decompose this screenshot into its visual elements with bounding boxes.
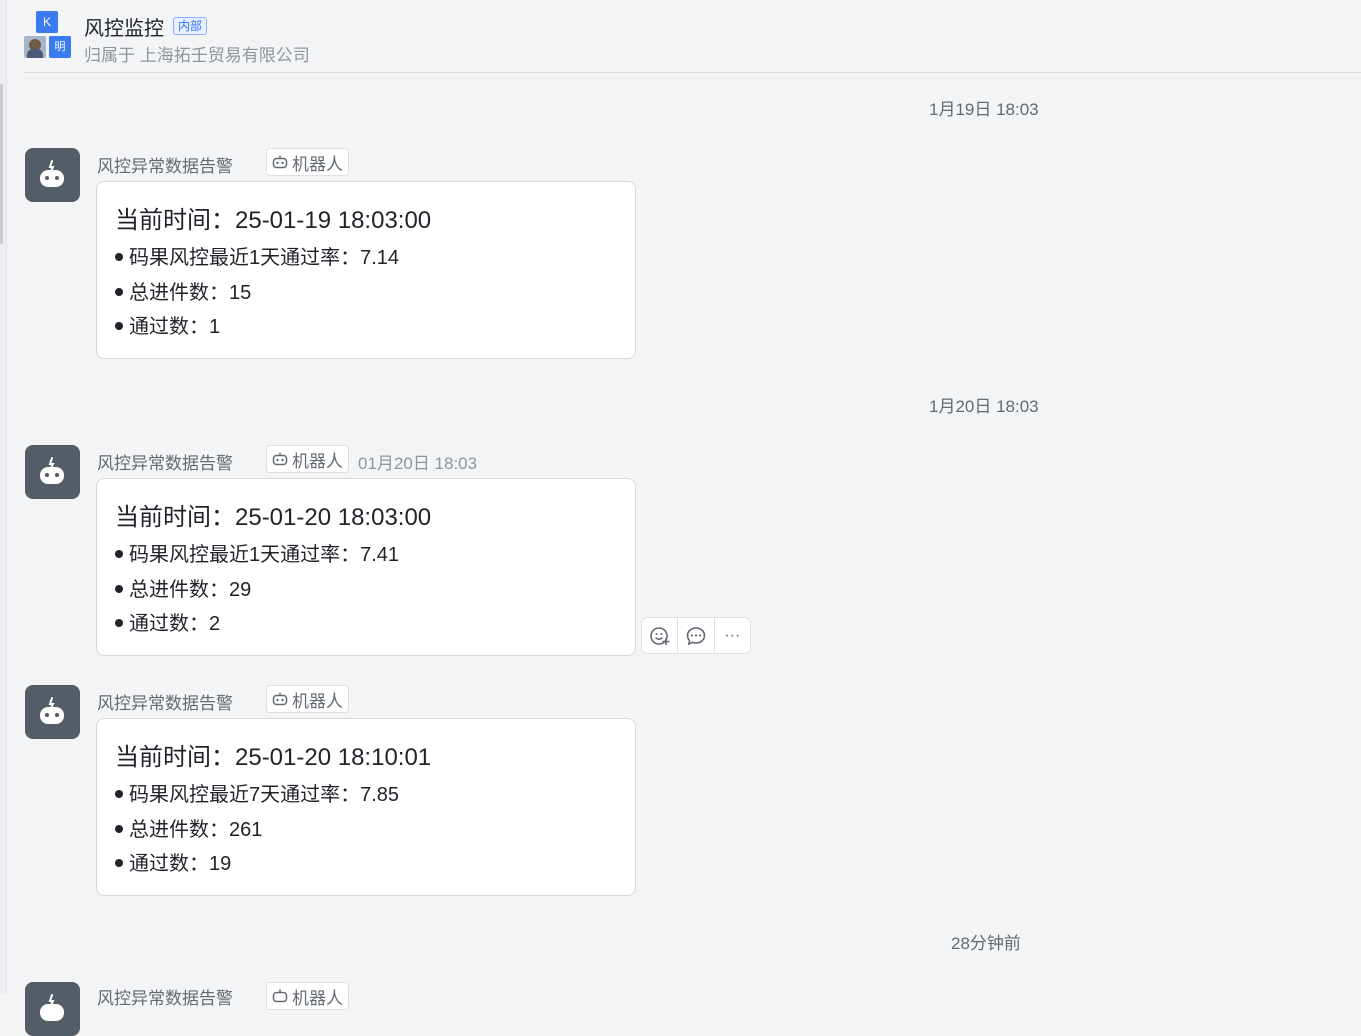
card-line-passed: 通过数：2 (115, 607, 220, 636)
message-actions-toolbar: ··· (641, 617, 751, 654)
sender-name[interactable]: 风控异常数据告警 (97, 152, 233, 177)
robot-icon (40, 994, 64, 1021)
bot-tag: 机器人 (266, 685, 349, 713)
emoji-reaction-button[interactable] (642, 618, 679, 653)
alert-card[interactable]: 当前时间：25-01-19 18:03:00 码果风控最近1天通过率：7.14 … (96, 181, 636, 359)
date-separator: 1月20日 18:03 (929, 397, 1039, 416)
group-avatar[interactable]: K 明 (24, 11, 72, 59)
group-avatar-k-tile: K (36, 11, 58, 33)
card-line-pass-rate: 码果风控最近1天通过率：7.14 (115, 241, 399, 270)
card-line-total: 总进件数：29 (115, 573, 251, 602)
robot-tag-icon (272, 155, 288, 169)
robot-tag-icon (272, 692, 288, 706)
bot-avatar[interactable] (25, 148, 80, 202)
left-scroll-strip (0, 0, 7, 994)
emoji-reaction-icon (649, 626, 670, 645)
card-title: 当前时间：25-01-20 18:10:01 (115, 744, 432, 771)
bot-tag-label: 机器人 (292, 988, 343, 1008)
card-line-passed: 通过数：1 (115, 310, 220, 339)
card-line-pass-rate: 码果风控最近7天通过率：7.85 (115, 778, 399, 807)
more-icon: ··· (724, 626, 741, 644)
bot-tag: 机器人 (266, 148, 349, 176)
sender-name[interactable]: 风控异常数据告警 (97, 689, 233, 714)
card-line-passed: 通过数：19 (115, 847, 231, 876)
group-avatar-ming-tile: 明 (49, 36, 71, 58)
internal-badge: 内部 (173, 17, 208, 35)
bot-tag-label: 机器人 (292, 691, 343, 711)
group-avatar-photo-tile (24, 36, 46, 58)
card-line-total: 总进件数：261 (115, 813, 262, 842)
chat-header: K 明 风控监控 内部 归属于 上海拓壬贸易有限公司 (24, 0, 1361, 73)
message-timestamp: 01月20日 18:03 (358, 454, 478, 473)
robot-tag-icon (272, 989, 288, 1003)
bot-tag: 机器人 (266, 982, 349, 1010)
card-title: 当前时间：25-01-20 18:03:00 (115, 504, 432, 531)
sender-name[interactable]: 风控异常数据告警 (97, 449, 233, 474)
reply-button[interactable] (678, 618, 715, 653)
bot-avatar[interactable] (25, 982, 80, 1036)
bot-tag-label: 机器人 (292, 154, 343, 174)
robot-icon (40, 697, 64, 724)
date-separator: 28分钟前 (951, 934, 1021, 953)
robot-icon (40, 160, 64, 187)
alert-card[interactable]: 当前时间：25-01-20 18:10:01 码果风控最近7天通过率：7.85 … (96, 718, 636, 896)
robot-tag-icon (272, 452, 288, 466)
bot-tag: 机器人 (266, 445, 349, 473)
card-line-pass-rate: 码果风控最近1天通过率：7.41 (115, 538, 399, 567)
reply-icon (686, 626, 706, 645)
bot-tag-label: 机器人 (292, 451, 343, 471)
robot-icon (40, 457, 64, 484)
date-separator: 1月19日 18:03 (929, 100, 1039, 119)
more-button[interactable]: ··· (715, 618, 750, 653)
left-scrollbar-thumb[interactable] (0, 84, 3, 244)
group-owner-subtitle: 归属于 上海拓壬贸易有限公司 (84, 46, 310, 65)
alert-card[interactable]: 当前时间：25-01-20 18:03:00 码果风控最近1天通过率：7.41 … (96, 478, 636, 656)
bot-avatar[interactable] (25, 685, 80, 739)
card-title: 当前时间：25-01-19 18:03:00 (115, 207, 432, 234)
card-line-total: 总进件数：15 (115, 276, 251, 305)
group-title[interactable]: 风控监控 (84, 12, 164, 41)
bot-avatar[interactable] (25, 445, 80, 499)
sender-name[interactable]: 风控异常数据告警 (97, 984, 233, 1009)
